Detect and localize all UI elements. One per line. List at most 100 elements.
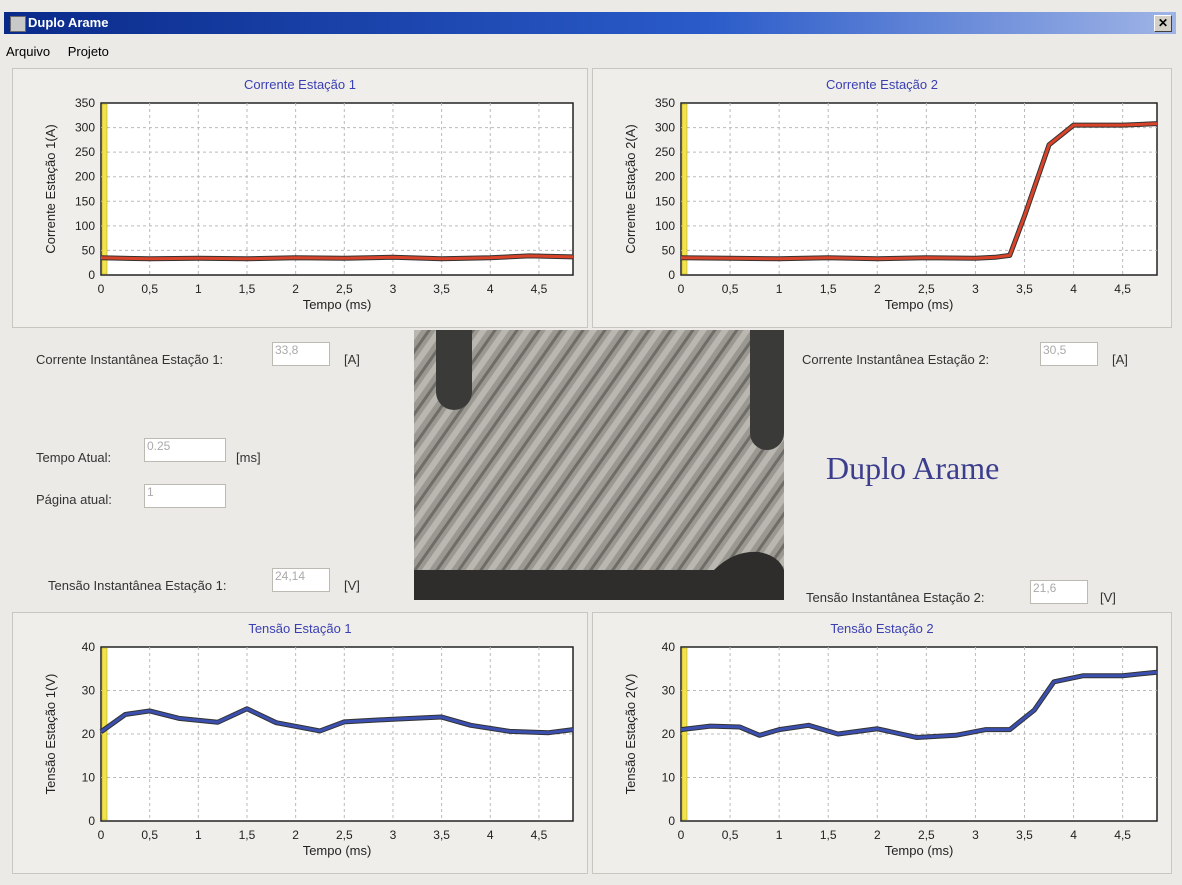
- y-tick-label: 30: [662, 684, 676, 698]
- x-tick-label: 1,5: [820, 828, 837, 842]
- corrente-2-unit: [A]: [1112, 352, 1128, 367]
- y-tick-label: 350: [75, 96, 95, 110]
- tempo-unit: [ms]: [236, 450, 261, 465]
- y-tick-label: 0: [88, 814, 95, 828]
- x-tick-label: 0: [678, 282, 685, 296]
- menu-item-arquivo[interactable]: Arquivo: [6, 44, 50, 59]
- tensao-1-label: Tensão Instantânea Estação 1:: [48, 578, 227, 593]
- x-tick-label: 2,5: [336, 828, 353, 842]
- x-tick-label: 0,5: [141, 282, 158, 296]
- x-axis-label: Tempo (ms): [303, 843, 372, 858]
- menu-item-projeto[interactable]: Projeto: [68, 44, 109, 59]
- x-tick-label: 4,5: [531, 282, 548, 296]
- x-tick-label: 2: [874, 828, 881, 842]
- y-tick-label: 0: [668, 814, 675, 828]
- tensao-1-field[interactable]: 24,14: [272, 568, 330, 592]
- corrente-1-label: Corrente Instantânea Estação 1:: [36, 352, 224, 367]
- x-tick-label: 3: [390, 282, 397, 296]
- x-tick-label: 0,5: [722, 282, 739, 296]
- y-tick-label: 50: [82, 243, 96, 257]
- x-tick-label: 2,5: [918, 282, 935, 296]
- tempo-label: Tempo Atual:: [36, 450, 112, 465]
- close-button[interactable]: ✕: [1154, 15, 1172, 32]
- brand-title: Duplo Arame: [826, 450, 1000, 486]
- x-tick-label: 2,5: [918, 828, 935, 842]
- corrente-1-unit: [A]: [344, 352, 360, 367]
- x-tick-label: 2: [292, 828, 299, 842]
- x-tick-label: 3: [972, 828, 979, 842]
- x-tick-label: 4: [1070, 828, 1077, 842]
- weld-image: [414, 330, 784, 600]
- x-tick-label: 1,5: [239, 282, 256, 296]
- time-marker[interactable]: [101, 103, 108, 275]
- window-title: Duplo Arame: [28, 15, 109, 30]
- chart-corrente-estacao-2: 0 0,5 1 1,5 2 2,5 3 3,5 4 4,5 0 50 100 150 200 250 300 35…: [623, 96, 1158, 312]
- pagina-field[interactable]: 1: [144, 484, 226, 508]
- x-tick-label: 1: [195, 282, 202, 296]
- y-tick-label: 40: [82, 640, 96, 654]
- pagina-label: Página atual:: [36, 492, 112, 507]
- x-axis-label: Tempo (ms): [303, 297, 372, 312]
- y-tick-label: 200: [75, 170, 95, 184]
- chart-tensao-estacao-1: 0 0,5 1 1,5 2 2,5 3 3,5 4 4,5 0 10 20 30 40 Tempo (ms) T…: [43, 640, 574, 858]
- y-tick-label: 0: [88, 268, 95, 282]
- tensao-1-unit: [V]: [344, 578, 360, 593]
- y-tick-label: 20: [82, 727, 96, 741]
- y-tick-label: 150: [75, 194, 95, 208]
- x-tick-label: 4,5: [1114, 282, 1131, 296]
- title-bar: Duplo Arame ✕: [4, 12, 1176, 34]
- x-tick-label: 4,5: [531, 828, 548, 842]
- menu-bar: Arquivo Projeto: [6, 44, 123, 62]
- app-icon: [10, 16, 26, 32]
- y-tick-label: 150: [655, 194, 675, 208]
- y-tick-label: 40: [662, 640, 676, 654]
- y-tick-label: 0: [668, 268, 675, 282]
- x-tick-label: 3,5: [1016, 828, 1033, 842]
- x-tick-label: 0,5: [722, 828, 739, 842]
- y-tick-label: 100: [655, 219, 675, 233]
- x-axis-label: Tempo (ms): [885, 297, 954, 312]
- y-tick-label: 50: [662, 243, 676, 257]
- chart-panel-corrente-1: Corrente Estação 1 0 0,5 1 1,5 2 2,5 3 3,5 4 4,5 0…: [12, 68, 588, 328]
- x-tick-label: 4,5: [1114, 828, 1131, 842]
- x-tick-label: 1: [195, 828, 202, 842]
- y-tick-label: 250: [75, 145, 95, 159]
- y-tick-label: 10: [82, 771, 96, 785]
- corrente-2-field[interactable]: 30,5: [1040, 342, 1098, 366]
- x-tick-label: 1,5: [820, 282, 837, 296]
- tensao-2-label: Tensão Instantânea Estação 2:: [806, 590, 985, 605]
- x-tick-label: 2,5: [336, 282, 353, 296]
- time-marker[interactable]: [681, 647, 688, 821]
- tempo-field[interactable]: 0.25: [144, 438, 226, 462]
- y-axis-label: Tensão Estação 1(V): [43, 674, 58, 795]
- corrente-1-field[interactable]: 33,8: [272, 342, 330, 366]
- x-tick-label: 4: [1070, 282, 1077, 296]
- y-tick-label: 250: [655, 145, 675, 159]
- chart-panel-tensao-1: Tensão Estação 1 0 0,5 1 1,5 2 2,5 3 3,5 4 4,5 0 10…: [12, 612, 588, 874]
- x-tick-label: 3: [972, 282, 979, 296]
- y-tick-label: 30: [82, 684, 96, 698]
- tensao-2-field[interactable]: 21,6: [1030, 580, 1088, 604]
- chart-corrente-estacao-1: 0 0,5 1 1,5 2 2,5 3 3,5 4 4,5 0 50 100 150 200 250 300 35…: [43, 96, 574, 312]
- x-tick-label: 1,5: [239, 828, 256, 842]
- x-tick-label: 2: [292, 282, 299, 296]
- x-tick-label: 1: [776, 282, 783, 296]
- plot-area: [100, 102, 574, 276]
- y-tick-label: 350: [655, 96, 675, 110]
- x-tick-label: 0: [98, 828, 105, 842]
- corrente-2-label: Corrente Instantânea Estação 2:: [802, 352, 990, 367]
- x-tick-label: 1: [776, 828, 783, 842]
- y-tick-label: 300: [655, 121, 675, 135]
- time-marker[interactable]: [101, 647, 108, 821]
- x-tick-label: 3: [390, 828, 397, 842]
- chart-panel-corrente-2: Corrente Estação 2 0 0,5 1 1,5 2 2,5 3 3,5 4 4,5 0…: [592, 68, 1172, 328]
- x-tick-label: 3,5: [433, 282, 450, 296]
- chart-tensao-estacao-2: 0 0,5 1 1,5 2 2,5 3 3,5 4 4,5 0 10 20 30 40 Tempo (ms) T…: [623, 640, 1158, 858]
- x-axis-label: Tempo (ms): [885, 843, 954, 858]
- x-tick-label: 0,5: [141, 828, 158, 842]
- time-marker[interactable]: [681, 103, 688, 275]
- chart-panel-tensao-2: Tensão Estação 2 0 0,5 1 1,5 2 2,5 3 3,5 4 4,5 0 10…: [592, 612, 1172, 874]
- x-tick-label: 4: [487, 828, 494, 842]
- plot-area: [680, 102, 1158, 276]
- x-tick-label: 4: [487, 282, 494, 296]
